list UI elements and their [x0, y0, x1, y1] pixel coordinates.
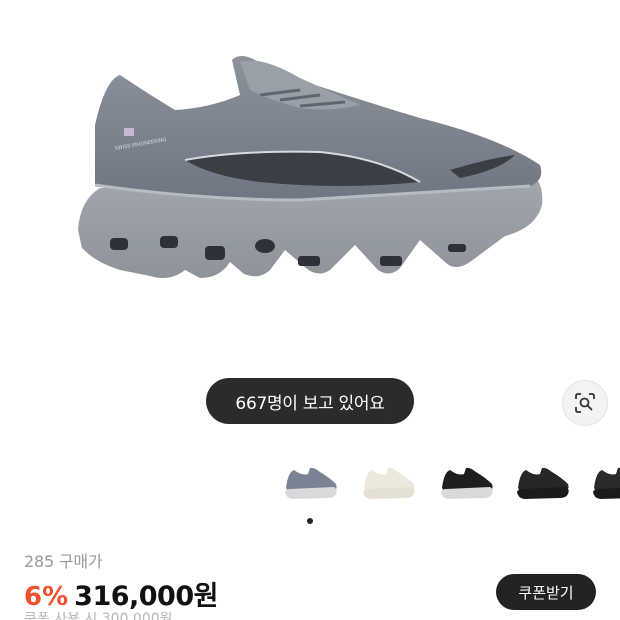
- get-coupon-button[interactable]: 쿠폰받기: [496, 574, 596, 610]
- discount-rate: 6%: [24, 582, 69, 612]
- shoe-image: SWISS ENGINEERING: [78, 56, 543, 278]
- variant-thumbnail-black-white[interactable]: [436, 458, 498, 508]
- variant-thumbnail-gray[interactable]: [280, 458, 342, 508]
- product-image: SWISS ENGINEERING: [0, 0, 620, 360]
- viewers-badge: 667명이 보고 있어요: [206, 378, 414, 424]
- price-row: 6% 316,000원: [24, 574, 218, 613]
- shoe-thumbnail-icon: [363, 467, 415, 499]
- carousel-indicator: [307, 518, 313, 524]
- viewers-text: 667명이 보고 있어요: [235, 393, 385, 414]
- shoe-thumbnail-icon: [593, 467, 620, 499]
- price: 316,000원: [74, 581, 218, 612]
- coupon-price-note: 쿠폰 사용 시 300,000원: [24, 612, 173, 620]
- image-search-button[interactable]: [562, 380, 608, 426]
- shoe-thumbnail-icon: [517, 467, 569, 499]
- variant-thumbnail-white[interactable]: [358, 458, 420, 508]
- variant-thumbnail-black-2[interactable]: [588, 458, 620, 508]
- variant-thumbnails: [0, 458, 620, 508]
- shoe-thumbnail-icon: [441, 467, 493, 499]
- variant-thumbnail-black[interactable]: [512, 458, 574, 508]
- size-price-label: 285 구매가: [24, 552, 103, 571]
- shoe-thumbnail-icon: [285, 467, 337, 499]
- lens-icon: [575, 393, 595, 413]
